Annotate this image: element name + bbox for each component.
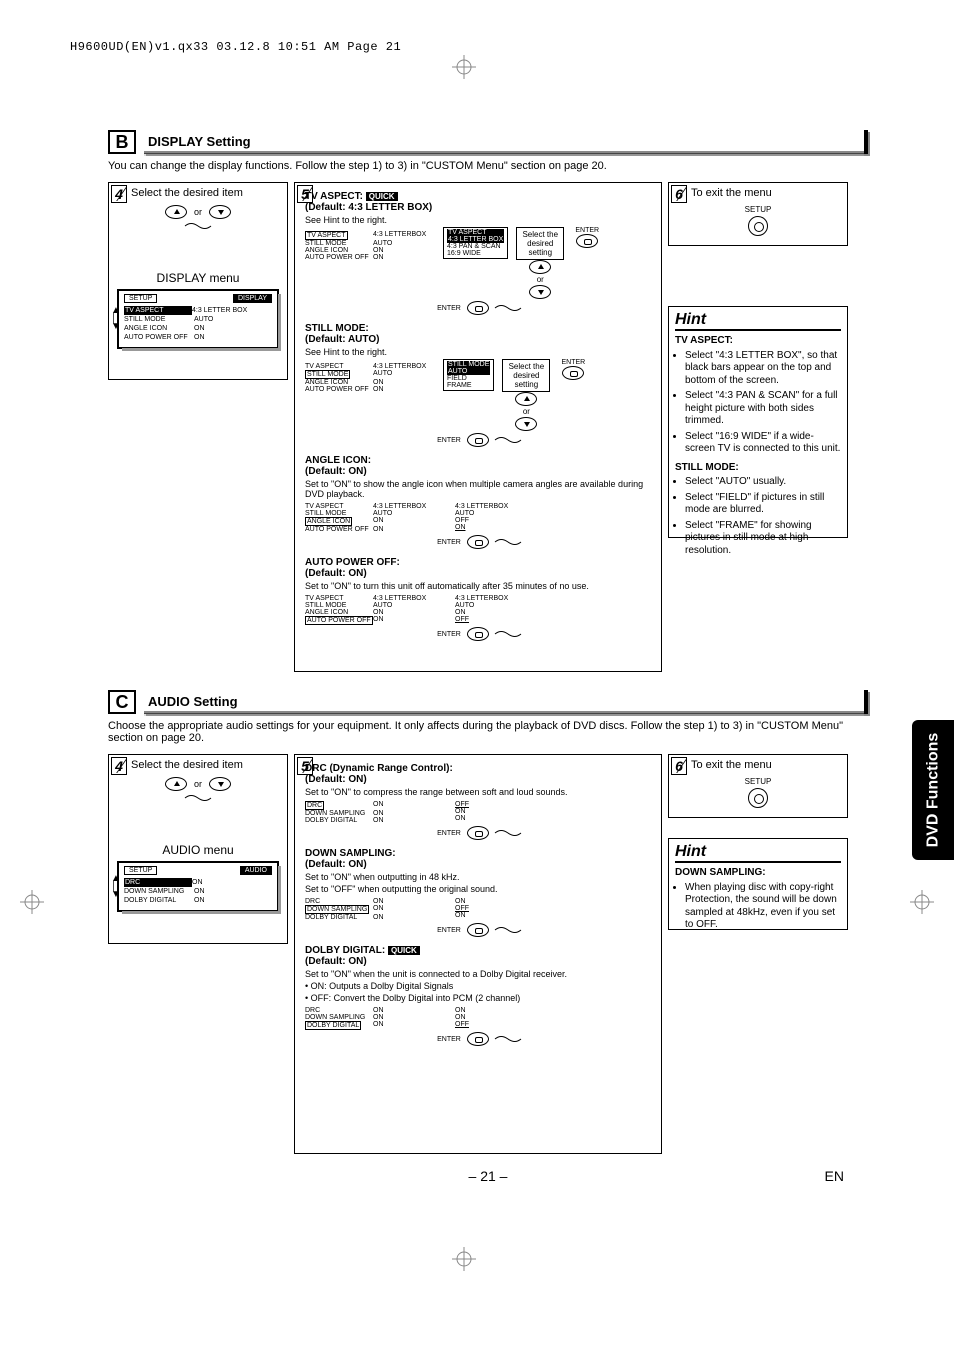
- step4-title: Select the desired item: [131, 187, 287, 199]
- or-text: or: [194, 207, 202, 217]
- down-button-icon: [529, 285, 551, 299]
- still-mode-block: STILL MODE: (Default: AUTO) See Hint to …: [295, 319, 661, 451]
- hint-box-c: Hint DOWN SAMPLING: When playing disc wi…: [668, 838, 848, 930]
- section-title-display: DISPLAY Setting: [148, 134, 251, 149]
- diagram-b: 4 Select the desired item or DISPLAY men…: [108, 182, 868, 672]
- crop-mark-top: [452, 55, 476, 79]
- section-c-header: C AUDIO Setting: [108, 690, 868, 714]
- setup-button-icon: [748, 216, 768, 236]
- up-button-icon: [165, 205, 187, 219]
- step6-title: To exit the menu: [691, 187, 847, 199]
- crop-mark-right: [910, 890, 934, 914]
- audio-menu-box: SETUP AUDIO DRCON DOWN SAMPLINGON DOLBY …: [117, 861, 279, 912]
- motion-icon: [183, 221, 213, 231]
- down-button-icon: [209, 205, 231, 219]
- lang-code: EN: [825, 1168, 844, 1184]
- tv-aspect-block: TV ASPECT: QUICK (Default: 4:3 LETTER BO…: [295, 187, 661, 319]
- auto-power-off-block: AUTO POWER OFF: (Default: ON) Set to "ON…: [295, 553, 661, 645]
- setup-button-icon: [748, 788, 768, 808]
- display-menu-label: DISPLAY menu: [109, 271, 287, 285]
- hint-box-b: Hint TV ASPECT: Select "4:3 LETTER BOX",…: [668, 306, 848, 538]
- section-title-audio: AUDIO Setting: [148, 694, 238, 709]
- intro-c: Choose the appropriate audio settings fo…: [108, 720, 868, 744]
- down-sampling-block: DOWN SAMPLING: (Default: ON) Set to "ON"…: [295, 844, 661, 941]
- intro-b: You can change the display functions. Fo…: [108, 160, 868, 172]
- enter-button-icon: [467, 301, 489, 315]
- angle-icon-block: ANGLE ICON: (Default: ON) Set to "ON" to…: [295, 451, 661, 553]
- section-b-header: B DISPLAY Setting: [108, 130, 868, 154]
- print-header: H9600UD(EN)v1.qx33 03.12.8 10:51 AM Page…: [70, 40, 401, 54]
- enter-button-icon: [576, 234, 598, 248]
- up-button-icon: [529, 260, 551, 274]
- audio-menu-label: AUDIO menu: [109, 843, 287, 857]
- drc-block: DRC (Dynamic Range Control): (Default: O…: [295, 759, 661, 844]
- side-tab-dvd-functions: DVD Functions: [912, 720, 954, 860]
- section-letter-b: B: [108, 130, 136, 154]
- crop-mark-left: [20, 890, 44, 914]
- page-number: – 21 – EN: [108, 1168, 868, 1184]
- crop-mark-bottom: [452, 1247, 476, 1271]
- diagram-c: 4 Select the desired item or AUDIO menu …: [108, 754, 868, 1154]
- dolby-digital-block: DOLBY DIGITAL: QUICK (Default: ON) Set t…: [295, 941, 661, 1050]
- display-menu-box: SETUP DISPLAY TV ASPECT4:3 LETTER BOX ST…: [117, 289, 279, 349]
- section-letter-c: C: [108, 690, 136, 714]
